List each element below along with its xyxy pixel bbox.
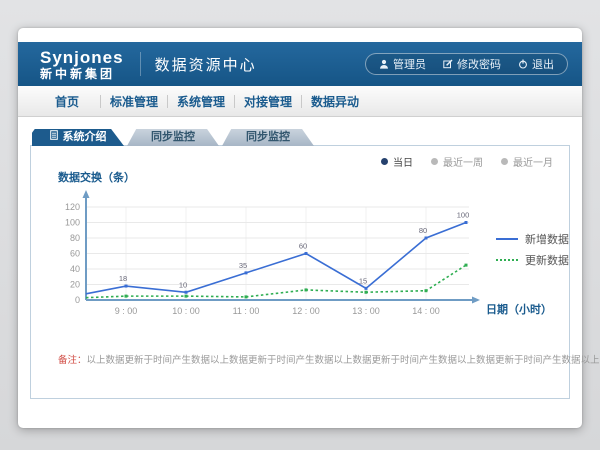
footnote-text: 以上数据更新于时间产生数据以上数据更新于时间产生数据以上数据更新于时间产生数据以… [87, 355, 600, 366]
svg-text:40: 40 [70, 264, 80, 274]
filter-label: 当日 [393, 154, 413, 169]
power-icon [518, 59, 528, 69]
nav-item-standard-mgmt[interactable]: 标准管理 [101, 93, 167, 110]
svg-text:60: 60 [299, 242, 307, 251]
svg-text:0: 0 [75, 295, 80, 305]
chart-legend: 新增数据 更新数据 [496, 228, 569, 270]
page-title: 数据资源中心 [155, 54, 257, 75]
radio-dot-icon [381, 158, 388, 165]
svg-text:14 : 00: 14 : 00 [412, 306, 440, 316]
nav-item-interface-mgmt[interactable]: 对接管理 [235, 93, 301, 110]
legend-item-updated-data: 更新数据 [496, 249, 569, 270]
filter-last-week[interactable]: 最近一周 [431, 154, 483, 169]
tab-label: 系统介绍 [63, 129, 107, 146]
svg-text:20: 20 [70, 280, 80, 290]
svg-text:13 : 00: 13 : 00 [352, 306, 380, 316]
svg-text:10: 10 [179, 280, 187, 289]
edit-icon [443, 59, 453, 69]
app-window: Synjones 新中新集团 数据资源中心 管理员 修改密码 退出 [18, 28, 582, 428]
svg-text:80: 80 [70, 233, 80, 243]
nav-item-home[interactable]: 首页 [34, 93, 100, 110]
footnote-label: 备注： [58, 355, 87, 366]
main-nav: 首页 标准管理 系统管理 对接管理 数据异动 [18, 86, 582, 117]
filter-label: 最近一月 [513, 154, 553, 169]
user-menu: 管理员 修改密码 退出 [365, 53, 568, 75]
logo-title: Synjones [40, 49, 124, 66]
logout-button[interactable]: 退出 [518, 56, 554, 72]
svg-text:15: 15 [359, 276, 367, 285]
svg-text:12 : 00: 12 : 00 [292, 306, 320, 316]
nav-item-data-change[interactable]: 数据异动 [302, 93, 368, 110]
content-panel: 当日 最近一周 最近一月 数据交换（条） 0204060801001209 : … [30, 145, 570, 399]
company-logo: Synjones 新中新集团 [40, 49, 124, 80]
svg-text:35: 35 [239, 261, 247, 270]
svg-text:10 : 00: 10 : 00 [172, 306, 200, 316]
legend-label: 新增数据 [525, 231, 569, 247]
filter-last-month[interactable]: 最近一月 [501, 154, 553, 169]
legend-label: 更新数据 [525, 252, 569, 268]
x-axis-title: 日期（小时） [486, 301, 552, 317]
svg-text:120: 120 [65, 202, 80, 212]
logo-subtitle: 新中新集团 [40, 68, 124, 80]
svg-text:100: 100 [457, 211, 470, 220]
header-divider [140, 52, 141, 76]
blue-line-icon [496, 238, 518, 240]
current-user-button[interactable]: 管理员 [379, 56, 426, 72]
svg-text:9 : 00: 9 : 00 [115, 306, 138, 316]
svg-text:80: 80 [419, 226, 427, 235]
radio-dot-icon [431, 158, 438, 165]
change-password-button[interactable]: 修改密码 [443, 56, 501, 72]
change-password-label: 修改密码 [457, 56, 501, 72]
document-icon [50, 129, 58, 146]
svg-text:60: 60 [70, 249, 80, 259]
legend-item-new-data: 新增数据 [496, 228, 569, 249]
time-range-filter: 当日 最近一周 最近一月 [381, 154, 553, 169]
footnote: 备注：以上数据更新于时间产生数据以上数据更新于时间产生数据以上数据更新于时间产生… [58, 352, 600, 366]
filter-today[interactable]: 当日 [381, 154, 413, 169]
svg-text:18: 18 [119, 274, 127, 283]
filter-label: 最近一周 [443, 154, 483, 169]
app-header: Synjones 新中新集团 数据资源中心 管理员 修改密码 退出 [18, 42, 582, 86]
green-dotted-line-icon [496, 259, 518, 261]
tab-system-intro[interactable]: 系统介绍 [32, 129, 124, 146]
tab-bar: 系统介绍 同步监控 同步监控 [32, 129, 314, 146]
username-label: 管理员 [393, 56, 426, 72]
tab-sync-monitor-2[interactable]: 同步监控 [222, 129, 314, 146]
radio-dot-icon [501, 158, 508, 165]
logout-label: 退出 [532, 56, 554, 72]
desktop-background: Synjones 新中新集团 数据资源中心 管理员 修改密码 退出 [0, 0, 600, 450]
tab-sync-monitor-1[interactable]: 同步监控 [127, 129, 219, 146]
svg-text:100: 100 [65, 218, 80, 228]
line-chart: 0 20 40 60 80 100 120 9 : 00 10 : 00 11 : 00 12 : … [46, 182, 486, 330]
svg-text:11 : 00: 11 : 00 [233, 306, 260, 316]
nav-item-system-mgmt[interactable]: 系统管理 [168, 93, 234, 110]
user-icon [379, 59, 389, 69]
